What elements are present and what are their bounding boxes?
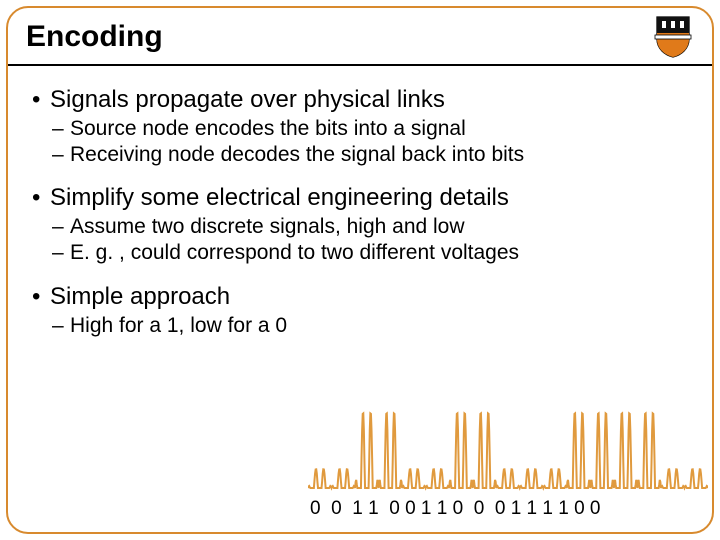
signal-waveform — [308, 392, 708, 492]
slide-content: Signals propagate over physical links So… — [8, 66, 712, 339]
bit-labels: 0 0 1 1 0 0 1 1 0 0 0 1 1 1 1 0 0 — [310, 498, 714, 520]
bullet-3: Simple approach — [32, 283, 688, 311]
bullet-2: Simplify some electrical engineering det… — [32, 184, 688, 212]
princeton-shield-icon — [652, 16, 694, 58]
slide-title: Encoding — [26, 20, 163, 54]
bullet-2-sub-1: Assume two discrete signals, high and lo… — [32, 214, 688, 240]
bullet-1-sub-1: Source node encodes the bits into a sign… — [32, 116, 688, 142]
bullet-3-sub-1: High for a 1, low for a 0 — [32, 313, 688, 339]
slide-frame: Encoding Signals propagate over physical… — [6, 6, 714, 534]
bullet-1: Signals propagate over physical links — [32, 86, 688, 114]
title-row: Encoding — [8, 8, 712, 64]
bullet-1-sub-2: Receiving node decodes the signal back i… — [32, 142, 688, 168]
bullet-2-sub-2: E. g. , could correspond to two differen… — [32, 240, 688, 266]
